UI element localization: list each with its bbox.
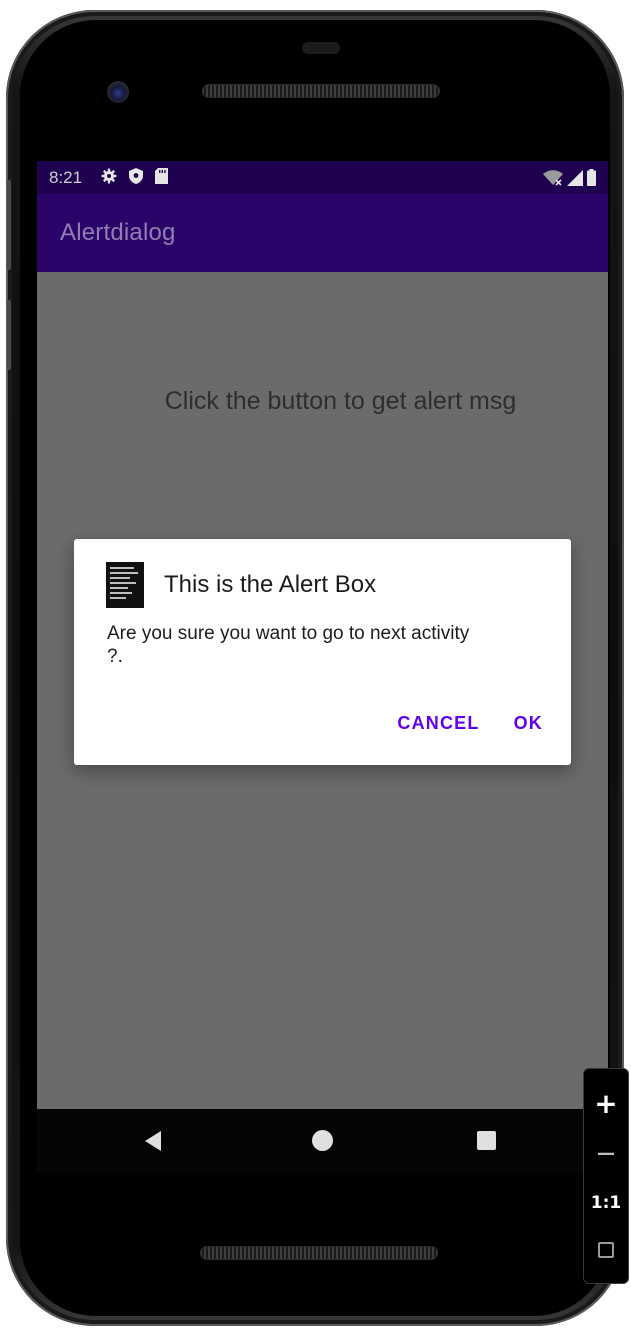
dialog-message: Are you sure you want to go to next acti… — [107, 623, 470, 667]
proximity-sensor — [302, 42, 340, 54]
status-time: 8:21 — [49, 168, 83, 187]
app-bar: Alertdialog — [37, 194, 608, 272]
device-screen: 8:21 Alertdialog Click the button to get… — [37, 161, 608, 1109]
home-icon[interactable] — [312, 1130, 333, 1151]
bottom-speaker-grille — [200, 1246, 438, 1260]
alert-dialog: This is the Alert Box Are you sure you w… — [74, 539, 571, 765]
back-icon[interactable] — [145, 1131, 161, 1151]
status-system-icons — [543, 169, 596, 186]
top-speaker-grille — [202, 84, 440, 98]
fit-screen-icon[interactable] — [598, 1242, 614, 1258]
gear-icon — [101, 168, 117, 184]
zoom-in-icon[interactable]: + — [584, 1087, 628, 1120]
prompt-text: Click the button to get alert msg — [164, 387, 517, 415]
wifi-off-icon — [543, 169, 563, 186]
shield-icon — [129, 168, 143, 184]
dialog-title: This is the Alert Box — [164, 571, 377, 598]
left-side-button — [7, 180, 11, 270]
status-notification-icons — [101, 168, 168, 184]
status-bar: 8:21 — [37, 161, 608, 194]
cancel-button[interactable]: CANCEL — [397, 713, 479, 734]
app-title: Alertdialog — [60, 219, 176, 246]
navigation-bar — [37, 1109, 608, 1173]
zoom-out-icon[interactable]: — — [584, 1143, 628, 1164]
actual-size-button[interactable]: 1:1 — [584, 1193, 628, 1213]
emulator-frame: 8:21 Alertdialog Click the button to get… — [0, 0, 631, 1334]
battery-icon — [587, 169, 596, 186]
dialog-actions: CANCEL OK — [397, 713, 543, 734]
ok-button[interactable]: OK — [514, 713, 543, 734]
left-side-button-lower — [7, 300, 11, 370]
recents-icon[interactable] — [477, 1131, 496, 1150]
front-camera-icon — [107, 81, 129, 103]
emulator-zoom-panel: + — 1:1 — [583, 1068, 629, 1284]
sd-card-icon — [155, 168, 168, 184]
app-icon — [106, 562, 144, 608]
signal-icon — [567, 169, 583, 186]
